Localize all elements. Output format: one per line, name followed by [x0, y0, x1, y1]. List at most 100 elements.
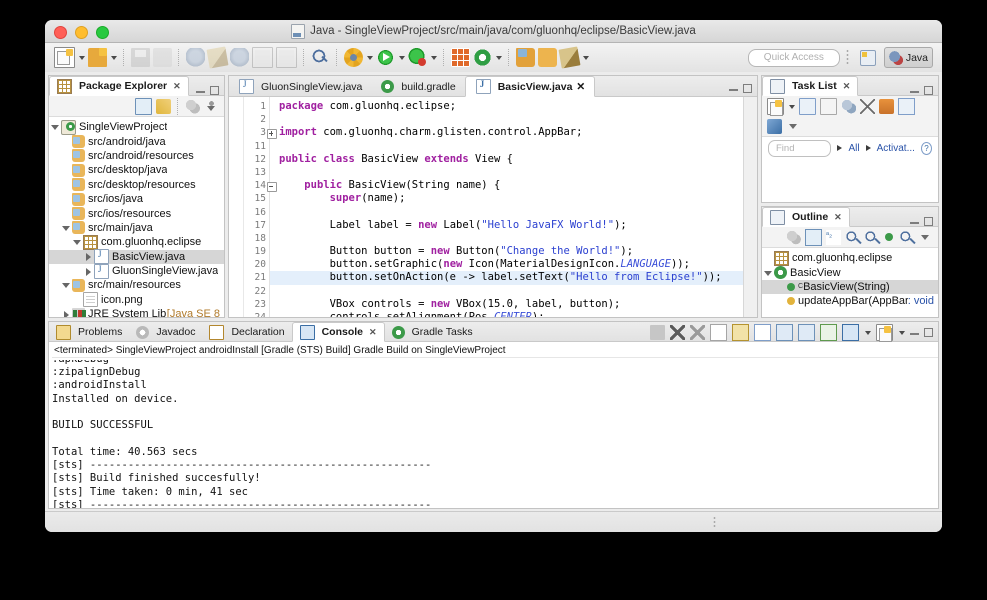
code-line[interactable]: controls.setAlignment(Pos.CENTER); — [279, 311, 743, 317]
minimize-window-button[interactable] — [75, 26, 88, 39]
code-line[interactable]: import com.gluonhq.charm.glisten.control… — [279, 126, 743, 139]
open-package-icon[interactable] — [516, 48, 535, 67]
code-line[interactable] — [279, 206, 743, 219]
minimize-icon[interactable] — [910, 86, 919, 95]
external-tools-icon[interactable] — [344, 48, 363, 67]
open-folder-icon[interactable] — [538, 48, 557, 67]
maximize-icon[interactable] — [924, 328, 933, 337]
tree-item[interactable]: src/ios/resources — [49, 206, 224, 221]
close-icon[interactable]: ✕ — [834, 212, 842, 223]
perspective-java-button[interactable]: Java — [883, 47, 933, 68]
search-icon[interactable] — [311, 48, 330, 67]
package-explorer-toolbar[interactable] — [49, 96, 224, 117]
new-task-dropdown-icon[interactable] — [789, 104, 795, 109]
gradle-dropdown-icon[interactable] — [496, 55, 502, 60]
focus-on-workweek-icon[interactable] — [841, 99, 856, 114]
code-line[interactable]: button.setOnAction(e -> label.setText("H… — [270, 271, 743, 285]
new-android-icon[interactable] — [451, 48, 470, 67]
external-tools-dropdown-icon[interactable] — [367, 55, 373, 60]
skip-breakpoints-icon[interactable] — [206, 46, 229, 69]
main-toolbar[interactable]: Quick Access Java — [45, 43, 942, 73]
code-line[interactable]: package com.gluonhq.eclipse; — [279, 100, 743, 113]
tree-item[interactable]: BasicView — [762, 265, 938, 280]
expand-arrow-icon[interactable] — [84, 252, 93, 262]
filter-all-link[interactable]: All — [848, 143, 859, 154]
view-menu-icon[interactable] — [204, 98, 219, 114]
minimize-icon[interactable] — [729, 84, 738, 93]
minimize-icon[interactable] — [196, 86, 205, 95]
expand-fold-icon[interactable] — [267, 128, 277, 139]
tree-item[interactable]: src/desktop/resources — [49, 178, 224, 192]
display-selected-console-icon[interactable] — [798, 324, 815, 341]
tab-problems[interactable]: Problems — [49, 323, 129, 341]
link-with-editor-icon[interactable] — [156, 98, 171, 114]
task-list-filter-row[interactable]: Find All Activat... ? — [762, 137, 938, 159]
expand-arrow-icon[interactable] — [764, 268, 773, 277]
expand-arrow-icon[interactable] — [51, 123, 60, 132]
open-console-dropdown-icon[interactable] — [865, 330, 871, 335]
package-explorer-tree[interactable]: SingleViewProject src/android/java src/and… — [49, 117, 224, 317]
restore-tasks-icon[interactable] — [767, 119, 782, 134]
code-line[interactable]: button.setGraphic(new Icon(MaterialDesig… — [279, 258, 743, 271]
tree-item[interactable]: src/android/java — [49, 134, 224, 149]
sort-icon[interactable]: ᵃ₂ — [826, 229, 841, 245]
outline-tree[interactable]: com.gluonhq.eclipse BasicView C BasicView(S… — [762, 248, 938, 309]
close-icon[interactable]: ✕ — [576, 81, 585, 93]
tree-item[interactable]: updateAppBar(AppBar) : void — [762, 294, 938, 308]
close-icon[interactable]: ✕ — [843, 81, 851, 92]
filter-activate-caret-icon[interactable] — [865, 145, 871, 151]
code-line[interactable]: public BasicView(String name) { — [279, 179, 743, 192]
filter-all-caret-icon[interactable] — [837, 145, 843, 151]
expand-arrow-icon[interactable] — [62, 310, 71, 317]
code-line[interactable] — [279, 166, 743, 179]
tree-item[interactable]: src/android/resources — [49, 149, 224, 163]
console-menu-dropdown-icon[interactable] — [899, 330, 905, 335]
save-icon[interactable] — [131, 48, 150, 67]
tab-outline[interactable]: Outline ✕ — [762, 207, 850, 227]
collapse-all-icon[interactable] — [135, 97, 152, 115]
code-line[interactable]: Label label = new Label("Hello JavaFX Wo… — [279, 219, 743, 232]
categorized-presentation-icon[interactable] — [799, 98, 816, 115]
minimize-icon[interactable] — [910, 217, 919, 226]
code-editor[interactable]: 12311121314151617181920212223242526 pack… — [229, 97, 757, 317]
scheduled-presentation-icon[interactable] — [820, 98, 837, 115]
outline-body[interactable]: com.gluonhq.eclipse BasicView C BasicView(S… — [762, 248, 938, 317]
new-package-dropdown-icon[interactable] — [111, 55, 117, 60]
remove-all-terminated-icon[interactable] — [690, 325, 705, 340]
tree-item[interactable]: icon.png — [49, 292, 224, 308]
maximize-icon[interactable] — [924, 86, 933, 95]
close-icon[interactable]: ✕ — [173, 81, 181, 92]
run-last-dropdown-icon[interactable] — [431, 55, 437, 60]
tab-gluonsingleview[interactable]: GluonSingleView.java — [229, 77, 371, 96]
tab-package-explorer[interactable]: Package Explorer ✕ — [49, 76, 189, 96]
resize-grip-icon[interactable] — [713, 516, 716, 528]
debug-icon[interactable] — [230, 48, 249, 67]
collapse-all-icon[interactable] — [805, 228, 822, 246]
perspective-switcher[interactable]: Java — [855, 47, 933, 68]
word-wrap-icon[interactable] — [754, 324, 771, 341]
run-icon[interactable] — [376, 48, 395, 67]
tab-declaration[interactable]: Declaration — [202, 323, 291, 341]
view-menu-icon[interactable] — [918, 230, 933, 245]
editor-overview-ruler[interactable] — [743, 97, 757, 317]
focus-icon[interactable] — [786, 229, 801, 245]
tree-item[interactable]: src/main/java — [49, 221, 224, 235]
print-icon[interactable] — [153, 48, 172, 67]
tree-item[interactable]: JRE System Library [Java SE 8 — [49, 307, 224, 317]
pin-console-icon[interactable] — [776, 324, 793, 341]
console-toolbar[interactable] — [650, 324, 938, 342]
code-line[interactable]: super(name); — [279, 192, 743, 205]
expand-arrow-icon[interactable] — [62, 281, 71, 290]
collapse-fold-icon[interactable] — [267, 181, 277, 192]
code-line[interactable] — [279, 285, 743, 298]
open-perspective-button[interactable] — [855, 47, 881, 68]
tree-item[interactable]: SingleViewProject — [49, 119, 224, 135]
hide-nonpublic-icon[interactable] — [885, 233, 893, 241]
console-output[interactable]: <terminated> SingleViewProject androidIn… — [49, 342, 938, 508]
console-menu-icon[interactable] — [876, 324, 893, 342]
minimize-icon[interactable] — [910, 328, 919, 337]
code-line[interactable] — [279, 140, 743, 153]
code-line[interactable] — [279, 232, 743, 245]
task-find-input[interactable]: Find — [768, 139, 832, 157]
view-menu-icon[interactable] — [786, 119, 801, 134]
